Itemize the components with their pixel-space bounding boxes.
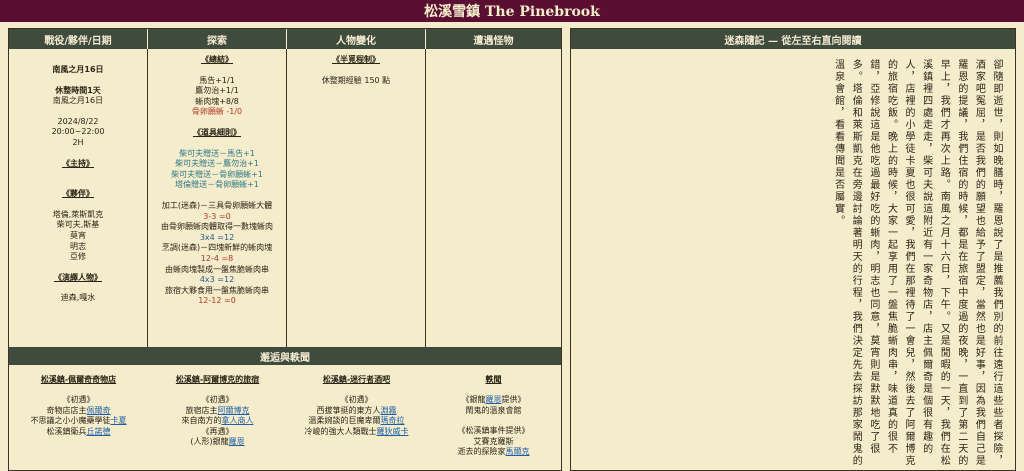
craft-step: 由骨卵願蜥肉體取得一數塊蜥肉 — [161, 222, 273, 232]
npc-role: 溫柔婉談的巨魔卑爾 — [308, 416, 381, 426]
partner-item: 莫宵 — [70, 230, 86, 240]
npc-role: 西拔箏挺的東方人 — [316, 405, 381, 415]
encounter-column — [426, 49, 561, 347]
encounter-label: 《初遇》 — [201, 395, 234, 405]
column-header-encounter: 遭遇怪物 — [426, 29, 561, 49]
diary-text: 卻隨即逝世，則如晚膳時，羅恩說了是推薦我們別的前往遠行這些些者探險，酒家吧冤屈，… — [832, 59, 1002, 467]
rest-time: 休整時間1天 — [55, 85, 101, 95]
craft-step: 加工(迷森)－三具骨卵願蜥大體 — [161, 200, 273, 210]
actor-heading: 《演繹人物》 — [54, 272, 102, 282]
partner-item: 明志 — [70, 241, 86, 251]
date-column: 南風之月16日 休整時間1天 南風之月16日 2024/8/22 20:00~2… — [9, 49, 148, 347]
encounter-label: 《再遇》 — [201, 426, 234, 436]
npc-link[interactable]: 羅恩 — [229, 437, 245, 446]
anecdote-bar: 松溪鎮-迷行者酒吧 《初遇》 西拔箏挺的東方人淵霧 溫柔婉談的巨魔卑爾瑪奇拉 冷… — [287, 365, 426, 470]
column-header-change: 人物變化 — [287, 29, 426, 49]
npc-role: 旅宿店主 — [185, 405, 218, 415]
anecdote-header: 邂逅與軼聞 — [9, 347, 561, 365]
rest-date: 南風之月16日 — [52, 96, 104, 106]
actor-list: 迪森,嘎水 — [60, 293, 96, 303]
summary-item: 馬告+1/1 — [199, 75, 235, 85]
summary-item: 鷹勿治+1/1 — [195, 86, 239, 96]
summary-heading: 《總結》 — [201, 55, 233, 64]
partner-item: 塔倫,萊斯凱克 — [52, 209, 104, 219]
summary-item: 蜥肉塊+8/8 — [195, 96, 239, 106]
partner-item: 柴可夫,斯基 — [56, 220, 100, 230]
npc-link[interactable]: 丘諾德 — [87, 427, 111, 436]
rumor-source: 提供》 — [501, 395, 526, 405]
partner-item: 亞修 — [70, 252, 86, 262]
rumor-title: 軼聞 — [485, 375, 502, 384]
npc-link[interactable]: 瑪奇拉 — [381, 416, 405, 425]
rumor-item: 艾賽克羅斯 — [473, 436, 514, 446]
diary-panel: 迷森隨記 — 從左至右直向閱讀 卻隨即逝世，則如晚膳時，羅恩說了是推薦我們別的前… — [570, 28, 1016, 471]
tool-gift: 塔倫贈送－骨卵願蜥+1 — [175, 180, 259, 190]
partner-heading: 《夥伴》 — [62, 189, 94, 199]
anecdote-rumors: 軼聞 《銀龍羅恩提供》 鬧鬼的溫泉會館 《松溪鎮事件提供》 艾賽克羅斯 逝去的探… — [426, 365, 561, 470]
rumor-source: 《銀龍 — [461, 395, 486, 405]
location-title: 松溪鎮-迷行者酒吧 — [322, 375, 391, 384]
npc-link[interactable]: 佩爾奇 — [87, 406, 111, 415]
page-title: 松溪雪鎮 The Pinebrook — [0, 0, 1024, 22]
npc-link[interactable]: 羅狄威卡 — [377, 427, 409, 436]
experience-heading: 《半覓程制》 — [332, 55, 380, 64]
npc-role: 冷峻的強大人類戰士 — [304, 426, 377, 436]
npc-link[interactable]: 阿爾博克 — [218, 406, 250, 415]
change-column: 《半覓程制》 休整期經驗 150 點 — [287, 49, 426, 347]
npc-link[interactable]: 馬爾克 — [506, 447, 530, 456]
npc-link[interactable]: 羅恩 — [486, 395, 502, 404]
npc-role: (人形)銀龍 — [190, 437, 229, 447]
real-time: 20:00~22:00 — [51, 127, 105, 137]
npc-link[interactable]: 拿人商人 — [222, 416, 254, 425]
host-heading: 《主持》 — [62, 158, 94, 168]
craft-step: 由蜥肉塊製成一盤焦脆蜥肉串 — [165, 264, 269, 274]
location-title: 松溪鎮-佩爾奇奇物店 — [40, 375, 117, 384]
npc-role: 松溪鎮衛兵 — [46, 426, 87, 436]
npc-role: 奇物店店主 — [46, 405, 87, 415]
craft-value: 3-3 =0 — [203, 211, 231, 221]
rumor-item: 鬧鬼的溫泉會館 — [465, 405, 522, 415]
rumor-source: 《松溪鎮事件提供》 — [457, 426, 530, 436]
location-title: 松溪鎮-阿爾博克的旅宿 — [175, 375, 260, 384]
craft-value: 3x4 =12 — [199, 232, 235, 242]
session-log-panel: 戰役/夥伴/日期 探索 人物變化 遭遇怪物 南風之月16日 休整時間1天 南風之… — [8, 28, 562, 471]
craft-value: 12-12 =0 — [198, 296, 236, 306]
explore-column: 《總結》 馬告+1/1 鷹勿治+1/1 蜥肉塊+8/8 骨卵願蜥 -1/0 《道… — [148, 49, 287, 347]
duration: 2H — [72, 137, 84, 147]
encounter-label: 《初遇》 — [340, 395, 373, 405]
npc-role: 不思議之小小魔藥學徒 — [30, 416, 111, 426]
anecdote-curio-shop: 松溪鎮-佩爾奇奇物店 《初遇》 奇物店店主佩爾奇 不思議之小小魔藥學徒卡夏 松溪… — [9, 365, 148, 470]
diary-header: 迷森隨記 — 從左至右直向閱讀 — [571, 29, 1015, 49]
anecdote-inn: 松溪鎮-阿爾博克的旅宿 《初遇》 旅宿店主阿爾博克 來自南方的拿人商人 《再遇》… — [148, 365, 287, 470]
tools-heading: 《道具細則》 — [193, 127, 241, 137]
craft-step: 烹調(迷森)－四塊新鮮的蜥肉塊 — [161, 243, 273, 253]
rumor-item: 逝去的探險家 — [457, 447, 506, 457]
npc-link[interactable]: 卡夏 — [111, 416, 127, 425]
craft-value: 12-4 =8 — [200, 253, 234, 263]
column-header-date: 戰役/夥伴/日期 — [9, 29, 148, 49]
column-header-explore: 探索 — [148, 29, 287, 49]
tool-gift: 柴可夫贈送－馬告+1 — [179, 148, 255, 158]
real-date: 2024/8/22 — [57, 116, 99, 126]
session-date: 南風之月16日 — [52, 65, 104, 74]
tool-gift: 柴可夫贈送－鷹勿治+1 — [175, 159, 259, 169]
encounter-label: 《初遇》 — [62, 395, 95, 405]
npc-role: 來自南方的 — [181, 416, 222, 426]
craft-step: 旅宿大夥食用一盤焦脆蜥肉串 — [165, 285, 269, 295]
npc-link[interactable]: 淵霧 — [381, 406, 397, 415]
tool-gift: 柴可夫贈送－骨卵願蜥+1 — [171, 169, 263, 179]
craft-value: 4x3 =12 — [199, 275, 235, 285]
experience-line: 休整期經驗 150 點 — [321, 75, 391, 85]
summary-item: 骨卵願蜥 -1/0 — [191, 107, 243, 117]
